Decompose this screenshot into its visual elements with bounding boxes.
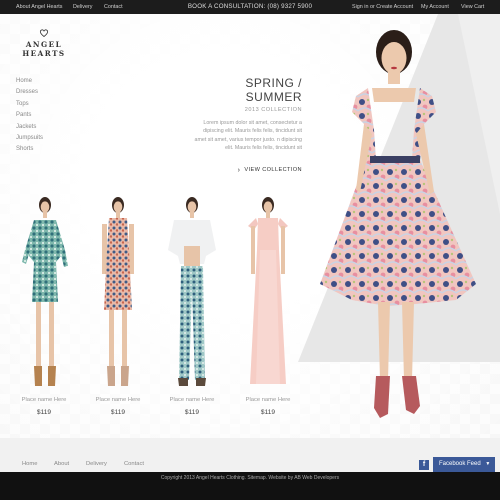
product-image	[22, 197, 68, 386]
hero-model-image	[320, 30, 476, 418]
view-collection-label: VIEW COLLECTION	[244, 167, 302, 174]
product-image	[102, 197, 134, 386]
product-name: Place name Here	[245, 397, 291, 403]
nav-item-pants[interactable]: Pants	[16, 110, 43, 121]
product-price: $119	[36, 409, 52, 416]
footer-link-contact[interactable]: Contact	[124, 461, 144, 467]
brand-name: ANGEL HEARTS	[22, 40, 66, 58]
product-name: Place name Here	[169, 397, 215, 403]
top-bar: About Angel Hearts Delivery Contact BOOK…	[0, 0, 500, 14]
chevron-right-icon: ›	[237, 166, 241, 174]
brand-logo[interactable]: ANGEL HEARTS	[14, 28, 74, 58]
nav-item-jumpsuits[interactable]: Jumpsuits	[16, 133, 43, 144]
product-price: $119	[110, 409, 126, 416]
product-name: Place name Here	[21, 397, 67, 403]
topbar-link-account[interactable]: My Account	[421, 3, 449, 11]
category-nav: Home Dresses Tops Pants Jackets Jumpsuit…	[16, 76, 43, 156]
collection-promo: SPRING / SUMMER 2013 COLLECTION Lorem ip…	[190, 76, 302, 174]
promo-description: Lorem ipsum dolor sit amet, consectetur …	[194, 120, 302, 152]
product-card[interactable]: Place name Here $119	[162, 190, 222, 416]
nav-item-jackets[interactable]: Jackets	[16, 122, 43, 133]
footer-link-about[interactable]: About	[54, 461, 69, 467]
facebook-icon[interactable]: f	[419, 460, 429, 470]
nav-item-dresses[interactable]: Dresses	[16, 87, 43, 98]
product-image	[168, 197, 216, 386]
nav-item-tops[interactable]: Tops	[16, 99, 43, 110]
product-image	[248, 197, 288, 384]
promo-title: SPRING / SUMMER	[245, 76, 302, 104]
facebook-feed-button[interactable]: Facebook Feed ▼	[433, 457, 495, 472]
product-price: $119	[260, 409, 276, 416]
product-card[interactable]: Place name Here $119	[88, 190, 148, 416]
nav-item-home[interactable]: Home	[16, 76, 43, 87]
product-name: Place name Here	[95, 397, 141, 403]
copyright-text: Copyright 2013 Angel Hearts Clothing. Si…	[160, 475, 340, 481]
facebook-feed-label: Facebook Feed	[439, 461, 481, 467]
footer-link-delivery[interactable]: Delivery	[86, 461, 107, 467]
topbar-link-signin[interactable]: Sign in or Create Account	[352, 3, 413, 11]
view-collection-link[interactable]: › VIEW COLLECTION	[190, 167, 302, 174]
topbar-link-cart[interactable]: View Cart	[461, 3, 484, 11]
copyright-bar: Copyright 2013 Angel Hearts Clothing. Si…	[0, 472, 500, 500]
nav-item-shorts[interactable]: Shorts	[16, 144, 43, 155]
product-card[interactable]: Place name Here $119	[238, 190, 298, 416]
product-price: $119	[184, 409, 200, 416]
footer-link-home[interactable]: Home	[22, 461, 37, 467]
chevron-down-icon: ▼	[485, 461, 491, 467]
promo-subtitle: 2013 COLLECTION	[244, 107, 302, 113]
product-card[interactable]: Place name Here $119	[14, 190, 74, 416]
heart-outline-icon	[39, 29, 49, 38]
